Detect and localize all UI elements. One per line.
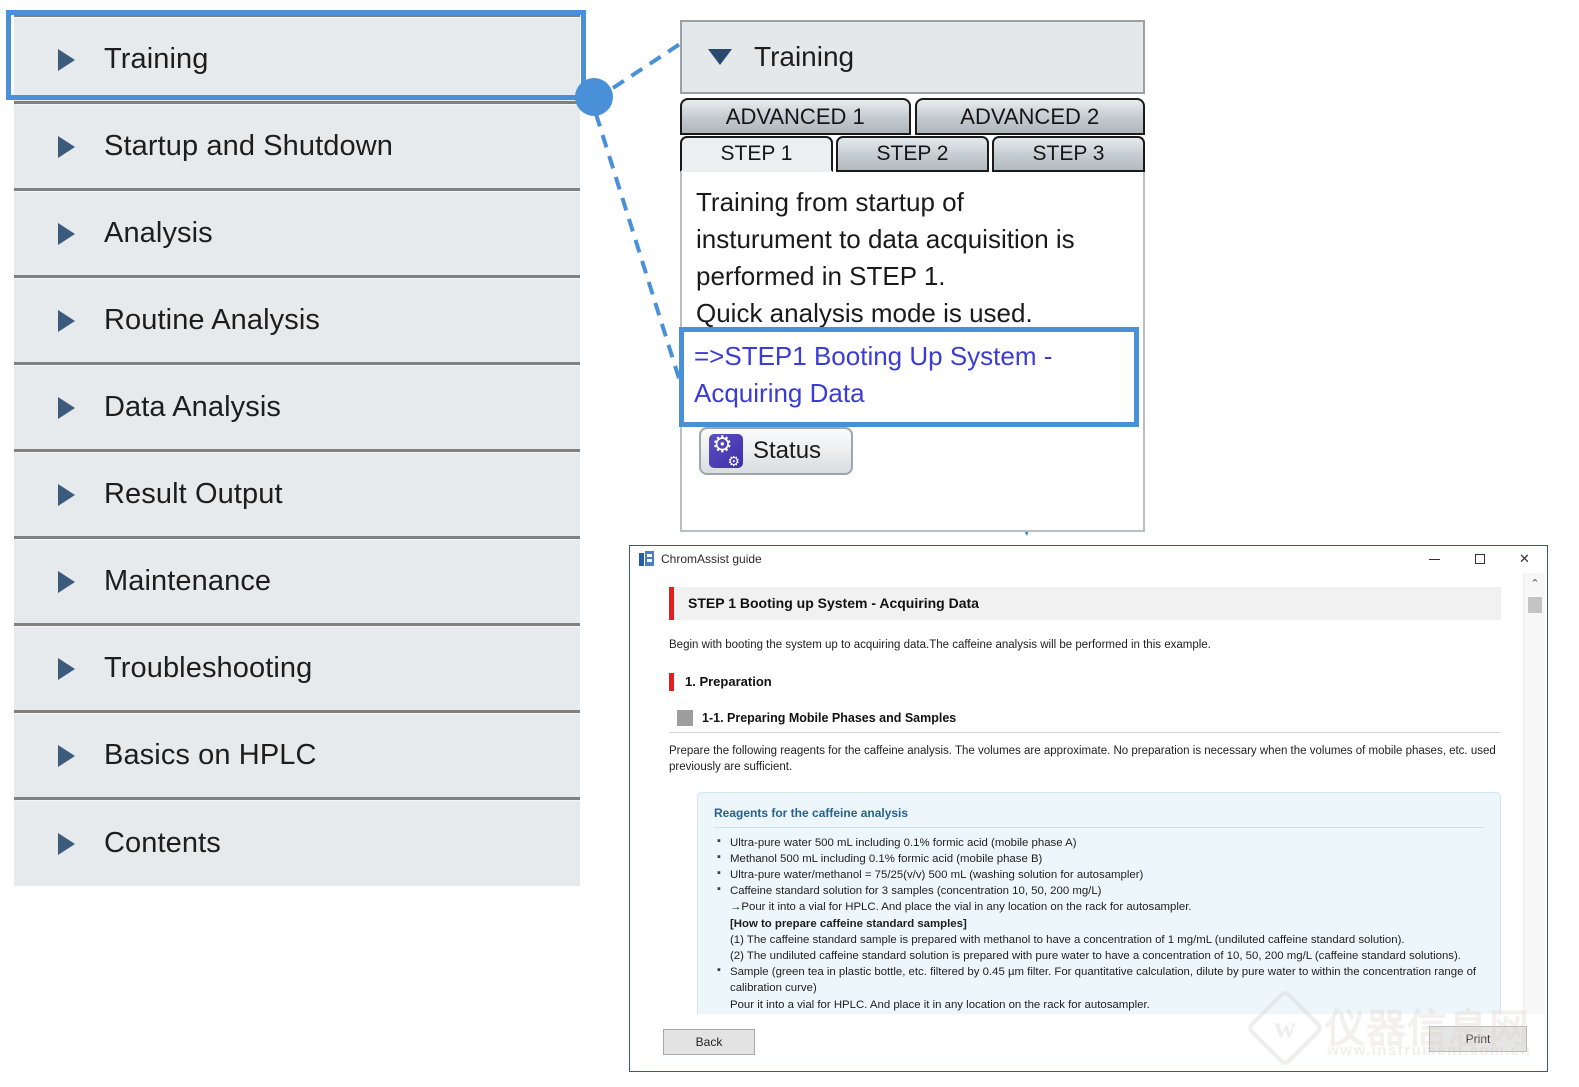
minimize-icon[interactable] <box>1412 546 1457 572</box>
step1-guide-link[interactable]: =>STEP1 Booting Up System - Acquiring Da… <box>694 341 1052 408</box>
section-heading-preparation: 1. Preparation <box>669 673 1501 691</box>
sidebar-item-troubleshooting[interactable]: Troubleshooting <box>14 626 580 710</box>
maximize-icon[interactable] <box>1457 546 1502 572</box>
guide-document-area: STEP 1 Booting up System - Acquiring Dat… <box>631 573 1547 1043</box>
tab-step-2[interactable]: STEP 2 <box>836 136 989 172</box>
window-titlebar: ChromAssist guide ✕ <box>630 546 1547 572</box>
category-sidebar: Training Startup and Shutdown Analysis R… <box>14 14 580 886</box>
close-icon[interactable]: ✕ <box>1502 546 1547 572</box>
sidebar-item-label: Routine Analysis <box>104 304 320 336</box>
subsection-divider <box>669 731 1501 733</box>
tab-label: STEP 2 <box>876 142 949 165</box>
tab-step-1[interactable]: STEP 1 <box>680 136 833 172</box>
sidebar-item-training[interactable]: Training <box>14 17 580 101</box>
sidebar-item-maintenance[interactable]: Maintenance <box>14 539 580 623</box>
sidebar-item-label: Data Analysis <box>104 391 281 423</box>
section-marker-icon <box>677 710 693 727</box>
step-description-body: Training from startup of insturument to … <box>679 172 1145 532</box>
chromassist-app-icon <box>639 551 654 566</box>
sidebar-item-label: Maintenance <box>104 565 272 597</box>
gears-icon <box>709 431 743 470</box>
reagents-box-title: Reagents for the caffeine analysis <box>714 805 1484 828</box>
sidebar-item-label: Contents <box>104 827 221 859</box>
window-controls: ✕ <box>1412 546 1547 572</box>
list-item: Methanol 500 mL including 0.1% formic ac… <box>717 850 1484 867</box>
list-item-text: Caffeine standard solution for 3 samples… <box>730 885 1102 898</box>
step-description-line: performed in STEP 1. <box>696 260 946 291</box>
list-item-text: Sample (green tea in plastic bottle, etc… <box>730 966 1477 995</box>
tab-step-3[interactable]: STEP 3 <box>992 136 1145 172</box>
window-title: ChromAssist guide <box>661 551 762 566</box>
triangle-right-icon <box>58 135 75 158</box>
sidebar-item-label: Troubleshooting <box>104 652 313 684</box>
list-item: Sample (green tea in plastic bottle, etc… <box>717 963 1484 1013</box>
sidebar-item-basics-on-hplc[interactable]: Basics on HPLC <box>14 713 580 797</box>
document-heading: STEP 1 Booting up System - Acquiring Dat… <box>669 587 1501 620</box>
document-lead-text: Begin with booting the system up to acqu… <box>669 638 1211 651</box>
window-button-bar: Back Print <box>631 1014 1547 1070</box>
sidebar-item-data-analysis[interactable]: Data Analysis <box>14 365 580 449</box>
print-button[interactable]: Print <box>1429 1026 1527 1052</box>
chromassist-guide-window: ChromAssist guide ✕ STEP 1 Booting up Sy… <box>629 545 1548 1072</box>
tab-label: ADVANCED 1 <box>725 103 865 129</box>
triangle-right-icon <box>58 222 75 245</box>
back-button[interactable]: Back <box>663 1029 755 1055</box>
list-item: Caffeine standard solution for 3 samples… <box>717 882 1484 964</box>
list-item-subtext: (1) The caffeine standard sample is prep… <box>730 933 1405 946</box>
step-tab-strip: STEP 1 STEP 2 STEP 3 <box>680 136 1145 172</box>
list-item-text: Ultra-pure water 500 mL including 0.1% f… <box>730 836 1077 849</box>
training-detail-panel: Training ADVANCED 1 ADVANCED 2 STEP 1 ST… <box>679 20 1145 532</box>
training-section-title: Training <box>754 41 855 72</box>
sidebar-item-label: Training <box>104 43 209 75</box>
triangle-right-icon <box>58 657 75 680</box>
step-description-line: Training from startup of <box>696 187 964 217</box>
list-item-text: Ultra-pure water/methanol = 75/25(v/v) 5… <box>730 869 1144 882</box>
triangle-right-icon <box>58 832 75 855</box>
scroll-up-arrow-icon[interactable]: ⌃ <box>1524 573 1546 594</box>
step1-link-highlight: =>STEP1 Booting Up System - Acquiring Da… <box>679 327 1139 427</box>
list-item: Ultra-pure water 500 mL including 0.1% f… <box>717 834 1484 851</box>
vertical-scrollbar[interactable]: ⌃ ⌄ <box>1523 573 1545 1043</box>
callout-dot <box>575 78 613 116</box>
list-item: Ultra-pure water/methanol = 75/25(v/v) 5… <box>717 866 1484 883</box>
triangle-right-icon <box>58 309 75 332</box>
triangle-right-icon <box>58 396 75 419</box>
sidebar-item-label: Analysis <box>104 217 213 249</box>
triangle-right-icon <box>58 570 75 593</box>
subsection-heading: 1-1. Preparing Mobile Phases and Samples <box>702 710 957 725</box>
sidebar-item-label: Startup and Shutdown <box>104 130 393 162</box>
sidebar-item-contents[interactable]: Contents <box>14 800 580 886</box>
sidebar-item-routine-analysis[interactable]: Routine Analysis <box>14 278 580 362</box>
list-item-subtext: Pour it into a vial for HPLC. And place … <box>730 998 1150 1011</box>
list-item-subtext: →Pour it into a vial for HPLC. And place… <box>730 901 1192 914</box>
scrollbar-thumb[interactable] <box>1528 597 1542 613</box>
list-item-subtext: [How to prepare caffeine standard sample… <box>730 917 967 930</box>
tab-advanced-1[interactable]: ADVANCED 1 <box>680 98 911 135</box>
subsection-heading-row: 1-1. Preparing Mobile Phases and Samples <box>677 710 1501 727</box>
triangle-right-icon <box>58 744 75 767</box>
list-item-text: Methanol 500 mL including 0.1% formic ac… <box>730 852 1043 865</box>
tab-label: STEP 1 <box>720 142 793 165</box>
step-description-line: insturument to data acquisition is <box>696 223 1075 254</box>
reagents-list: Ultra-pure water 500 mL including 0.1% f… <box>714 834 1484 1013</box>
sidebar-item-result-output[interactable]: Result Output <box>14 452 580 536</box>
status-button-label: Status <box>753 437 822 464</box>
list-item-subtext: (2) The undiluted caffeine standard solu… <box>730 950 1461 963</box>
sidebar-item-label: Result Output <box>104 478 283 510</box>
sidebar-item-startup-and-shutdown[interactable]: Startup and Shutdown <box>14 104 580 188</box>
guide-document-content: STEP 1 Booting up System - Acquiring Dat… <box>631 573 1523 1043</box>
status-button[interactable]: Status <box>699 427 853 475</box>
triangle-right-icon <box>58 48 75 71</box>
preparation-paragraph: Prepare the following reagents for the c… <box>669 744 1496 773</box>
triangle-down-icon <box>708 49 732 65</box>
advanced-tab-strip: ADVANCED 1 ADVANCED 2 <box>680 98 1145 135</box>
reagents-callout-box: Reagents for the caffeine analysis Ultra… <box>697 791 1501 1028</box>
tab-advanced-2[interactable]: ADVANCED 2 <box>914 98 1145 135</box>
tab-label: STEP 3 <box>1032 142 1105 165</box>
triangle-right-icon <box>58 483 75 506</box>
sidebar-item-analysis[interactable]: Analysis <box>14 191 580 275</box>
sidebar-item-label: Basics on HPLC <box>104 739 317 771</box>
tab-label: ADVANCED 2 <box>960 103 1100 129</box>
training-section-header[interactable]: Training <box>680 20 1145 94</box>
